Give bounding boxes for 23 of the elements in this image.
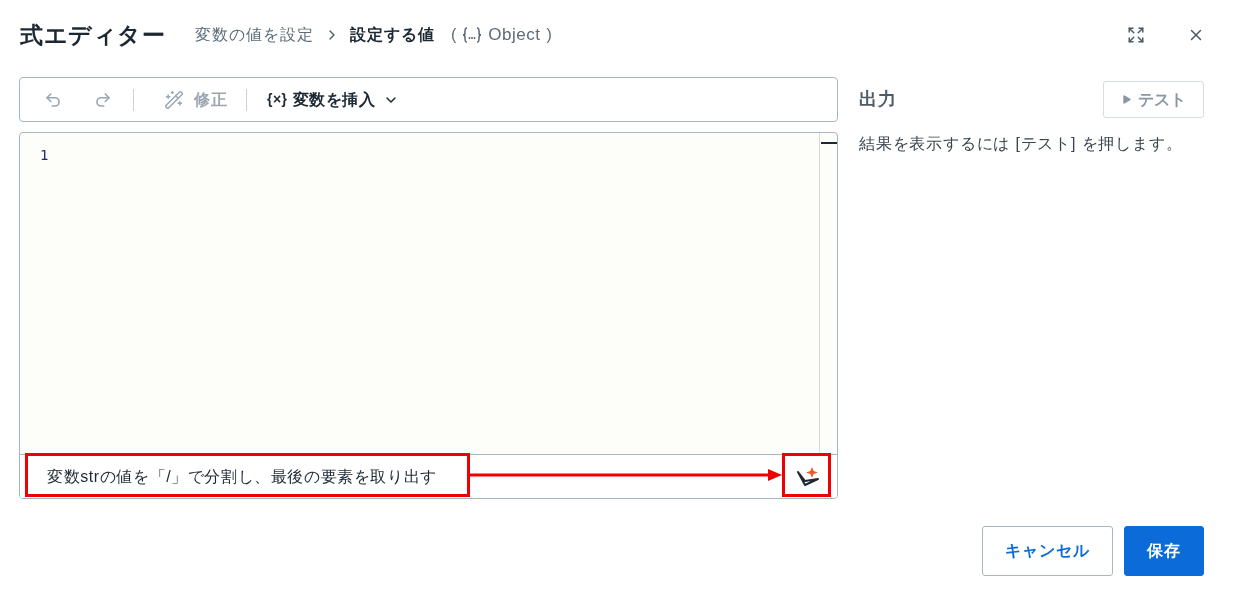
output-title: 出力 [859, 88, 897, 111]
highlight-frame [782, 453, 831, 497]
expand-icon [1127, 26, 1145, 44]
magic-wand-icon [164, 89, 184, 110]
cancel-button[interactable]: キャンセル [982, 526, 1113, 576]
prompt-text: 変数strの値を「/」で分割し、最後の要素を取り出す [47, 466, 437, 487]
play-icon [1121, 94, 1132, 105]
insert-variable-button[interactable]: {×} 変数を挿入 [265, 85, 402, 114]
line-number: 1 [40, 146, 49, 165]
breadcrumb-current: 設定する値 [350, 25, 435, 45]
braces-icon [462, 27, 483, 43]
type-paren: ( [451, 25, 457, 45]
send-sparkle-icon [796, 465, 820, 488]
type-label: Object [488, 24, 541, 47]
code-editor[interactable]: 1 変数strの値を「/」で分割し、最後の要素を取り出す [19, 132, 838, 499]
dialog-title: 式エディター [20, 20, 165, 50]
breadcrumb-link[interactable]: 変数の値を設定 [195, 23, 314, 47]
undo-icon [44, 90, 62, 109]
output-hint: 結果を表示するには [テスト] を押します。 [859, 134, 1183, 154]
save-button[interactable]: 保存 [1124, 526, 1204, 576]
type-paren: ) [546, 25, 552, 45]
scroll-indicator-icon [820, 142, 837, 144]
redo-icon [94, 90, 112, 109]
